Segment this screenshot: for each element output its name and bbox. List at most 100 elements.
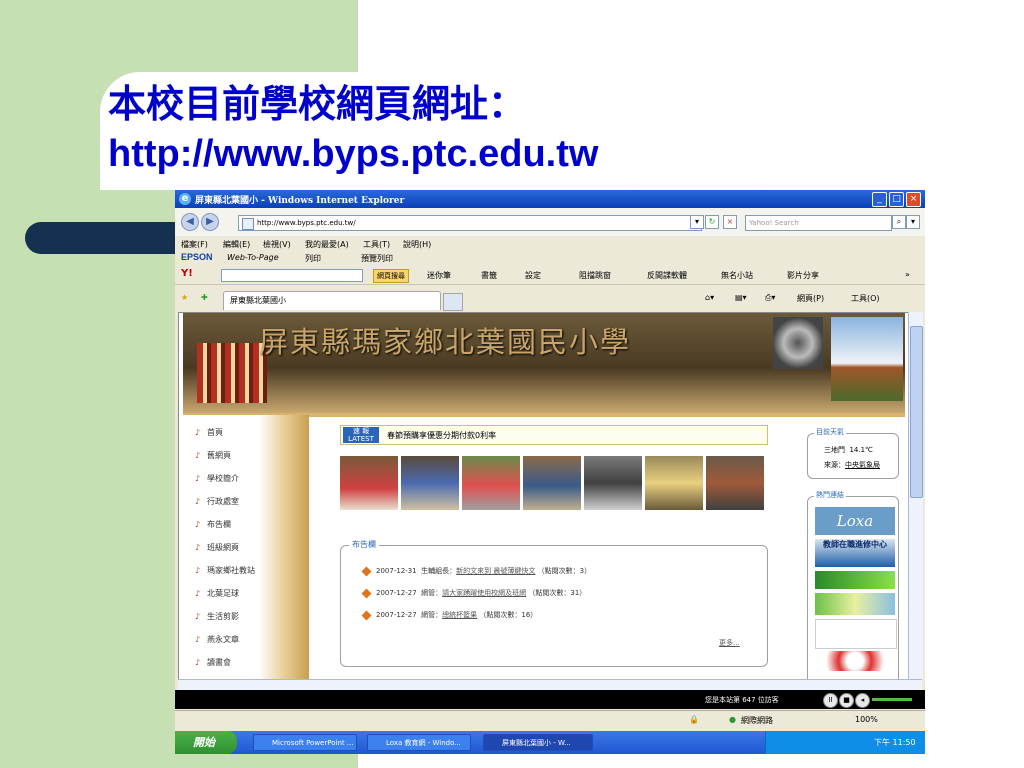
scroll-thumb[interactable] xyxy=(910,326,923,498)
back-button[interactable]: ◀ xyxy=(181,213,199,231)
nav-note-icon: ♪ xyxy=(195,543,201,552)
toolbar-settings[interactable]: 設定 xyxy=(525,270,541,281)
menu-help[interactable]: 說明(H) xyxy=(403,239,431,250)
nav-note-icon: ♪ xyxy=(195,635,201,644)
task-school-site[interactable]: 屏東縣北葉國小 - W... xyxy=(483,734,593,751)
favorites-star-icon[interactable]: ★ xyxy=(181,293,188,302)
media-player-bar: 您是本站第 647 位訪客 II ■ ◂ xyxy=(175,690,925,709)
nav-label: 行政處室 xyxy=(207,497,239,506)
zone-label: 網際網路 xyxy=(741,716,773,725)
forward-button[interactable]: ▶ xyxy=(201,213,219,231)
menu-edit[interactable]: 編輯(E) xyxy=(223,239,250,250)
print-preview-button[interactable]: 預覽列印 xyxy=(361,253,393,264)
nav-football[interactable]: ♪ 北葉足球 xyxy=(195,588,239,602)
photo-thumb[interactable] xyxy=(706,456,764,510)
nav-reading[interactable]: ♪ 讀書會 xyxy=(195,657,231,671)
hot-link-banner[interactable] xyxy=(815,571,895,589)
nav-bulletin[interactable]: ♪ 布告欄 xyxy=(195,519,231,533)
task-powerpoint[interactable]: Microsoft PowerPoint ... xyxy=(253,734,357,751)
start-button[interactable]: 開始 xyxy=(175,731,237,754)
zoom-level[interactable]: 100% xyxy=(855,715,878,724)
feeds-icon[interactable]: ▤▾ xyxy=(735,293,747,302)
toolbar-mini-pen[interactable]: 迷你筆 xyxy=(427,270,451,281)
horizontal-scrollbar[interactable] xyxy=(178,679,922,690)
print-button[interactable]: 列印 xyxy=(305,253,321,264)
new-tab-button[interactable] xyxy=(443,293,463,311)
menu-view[interactable]: 檢視(V) xyxy=(263,239,291,250)
nav-admin[interactable]: ♪ 行政處室 xyxy=(195,496,239,510)
page-menu[interactable]: 網頁(P) xyxy=(797,293,824,304)
nav-gallery[interactable]: ♪ 生活剪影 xyxy=(195,611,239,625)
volume-icon[interactable]: ◂ xyxy=(855,693,870,708)
system-tray: 下午 11:50 xyxy=(765,731,925,754)
nav-note-icon: ♪ xyxy=(195,428,201,437)
news-badge: 速 報 LATEST xyxy=(343,427,379,443)
title-bar: e 屏東縣北葉國小 - Windows Internet Explorer _ … xyxy=(175,190,925,208)
toolbar-video-share[interactable]: 影片分享 xyxy=(787,270,819,281)
post-link[interactable]: 請大家踴躍使用校網及班網 xyxy=(442,589,526,597)
stop-icon[interactable]: ■ xyxy=(839,693,854,708)
more-link[interactable]: 更多... xyxy=(719,638,740,648)
nav-home[interactable]: ♪ 首頁 xyxy=(195,427,223,441)
news-ticker[interactable]: 速 報 LATEST 春節預購享優惠分期付款0利率 xyxy=(340,425,768,445)
board-title: 布告欄 xyxy=(349,539,379,550)
hot-links: 熱門連結 Loxa 教師在職進修中心 xyxy=(807,490,899,680)
toolbar-popup-blocker[interactable]: 阻擋跳窗 xyxy=(579,270,611,281)
security-icon: 🔒 xyxy=(689,715,699,724)
stop-icon[interactable]: × xyxy=(723,215,737,229)
refresh-icon[interactable]: ↻ xyxy=(705,215,719,229)
volume-slider[interactable] xyxy=(872,698,912,701)
nav-community[interactable]: ♪ 瑪家鄉社教站 xyxy=(195,565,255,579)
toolbar-bookmarks[interactable]: 書籤 xyxy=(481,270,497,281)
nav-classes[interactable]: ♪ 班級網頁 xyxy=(195,542,239,556)
address-dropdown-icon[interactable]: ▾ xyxy=(690,215,704,229)
search-input[interactable]: Yahoo! Search xyxy=(745,215,892,231)
hot-link-banner[interactable] xyxy=(815,651,895,671)
print-icon[interactable]: ⎙▾ xyxy=(765,293,775,303)
menu-favorites[interactable]: 我的最愛(A) xyxy=(305,239,349,250)
toolbar-antispyware[interactable]: 反間諜軟體 xyxy=(647,270,687,281)
photo-thumb[interactable] xyxy=(645,456,703,510)
maximize-button[interactable]: □ xyxy=(889,192,904,207)
post-link[interactable]: 總統杯籃果 xyxy=(442,611,477,619)
photo-thumb[interactable] xyxy=(523,456,581,510)
vertical-scrollbar[interactable] xyxy=(908,312,923,679)
search-icon[interactable]: ⌕ xyxy=(892,215,906,229)
toolbar-more-icon[interactable]: » xyxy=(905,270,910,279)
menu-tools[interactable]: 工具(T) xyxy=(363,239,390,250)
tab-school[interactable]: 屏東縣北葉國小 xyxy=(223,291,441,310)
nav-about[interactable]: ♪ 學校簡介 xyxy=(195,473,239,487)
photo-thumb[interactable] xyxy=(462,456,520,510)
task-loxa[interactable]: Loxa 教育網 - Windo... xyxy=(367,734,471,751)
nav-label: 學校簡介 xyxy=(207,474,239,483)
weather-box: 目前天氣 三地門 14.1℃ 來源：中央氣象局 xyxy=(807,427,899,479)
yahoo-search-input[interactable] xyxy=(221,269,363,282)
pause-icon[interactable]: II xyxy=(823,693,838,708)
close-button[interactable]: × xyxy=(906,192,921,207)
search-options-icon[interactable]: ▾ xyxy=(906,215,920,229)
toolbar-wretch[interactable]: 無名小站 xyxy=(721,270,753,281)
web-to-page-button[interactable]: Web-To-Page xyxy=(227,253,279,262)
menu-file[interactable]: 檔案(F) xyxy=(181,239,208,250)
hot-link-loxa[interactable]: Loxa xyxy=(815,507,895,535)
minimize-button[interactable]: _ xyxy=(872,192,887,207)
photo-thumb[interactable] xyxy=(584,456,642,510)
nav-articles[interactable]: ♪ 燕永文章 xyxy=(195,634,239,648)
yahoo-logo-icon[interactable]: Y! xyxy=(181,268,193,279)
add-favorite-icon[interactable]: ✚ xyxy=(201,293,208,302)
nav-note-icon: ♪ xyxy=(195,612,201,621)
hot-link-banner[interactable] xyxy=(815,593,895,615)
hot-link-banner[interactable] xyxy=(815,619,897,649)
nav-label: 布告欄 xyxy=(207,520,231,529)
home-icon[interactable]: ⌂▾ xyxy=(705,293,714,302)
weather-source-link[interactable]: 中央氣象局 xyxy=(845,461,880,469)
photo-thumb[interactable] xyxy=(401,456,459,510)
web-search-button[interactable]: 網頁搜尋 xyxy=(373,269,409,283)
photo-thumb[interactable] xyxy=(340,456,398,510)
nav-note-icon: ♪ xyxy=(195,658,201,667)
hot-link-teacher[interactable]: 教師在職進修中心 xyxy=(815,539,895,567)
address-bar[interactable]: http://www.byps.ptc.edu.tw/ xyxy=(238,215,702,231)
post-link[interactable]: 新的文來到 晨號薄鍵快文 xyxy=(456,567,535,575)
tools-menu[interactable]: 工具(O) xyxy=(851,293,880,304)
nav-old-site[interactable]: ♪ 舊網頁 xyxy=(195,450,231,464)
